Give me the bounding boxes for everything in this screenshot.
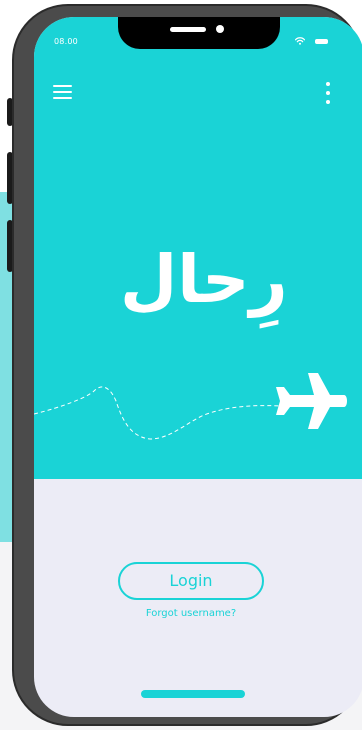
wifi-icon [295,37,305,45]
airplane-icon [276,373,347,429]
phone-screen: 08.00 رِحال Login Forgot username? [34,17,362,717]
status-time: 08.00 [54,37,78,46]
menu-icon[interactable] [53,83,75,101]
speaker-grille [170,27,206,32]
home-indicator[interactable] [141,690,245,698]
more-vertical-icon[interactable] [318,81,338,107]
phone-frame: 08.00 رِحال Login Forgot username? [12,4,362,726]
hero-section: 08.00 رِحال [34,17,362,479]
app-logo: رِحال [120,241,288,318]
login-button[interactable]: Login [118,562,264,600]
front-camera [216,25,224,33]
battery-icon [315,39,328,44]
phone-notch [118,17,280,49]
forgot-username-link[interactable]: Forgot username? [94,608,288,619]
